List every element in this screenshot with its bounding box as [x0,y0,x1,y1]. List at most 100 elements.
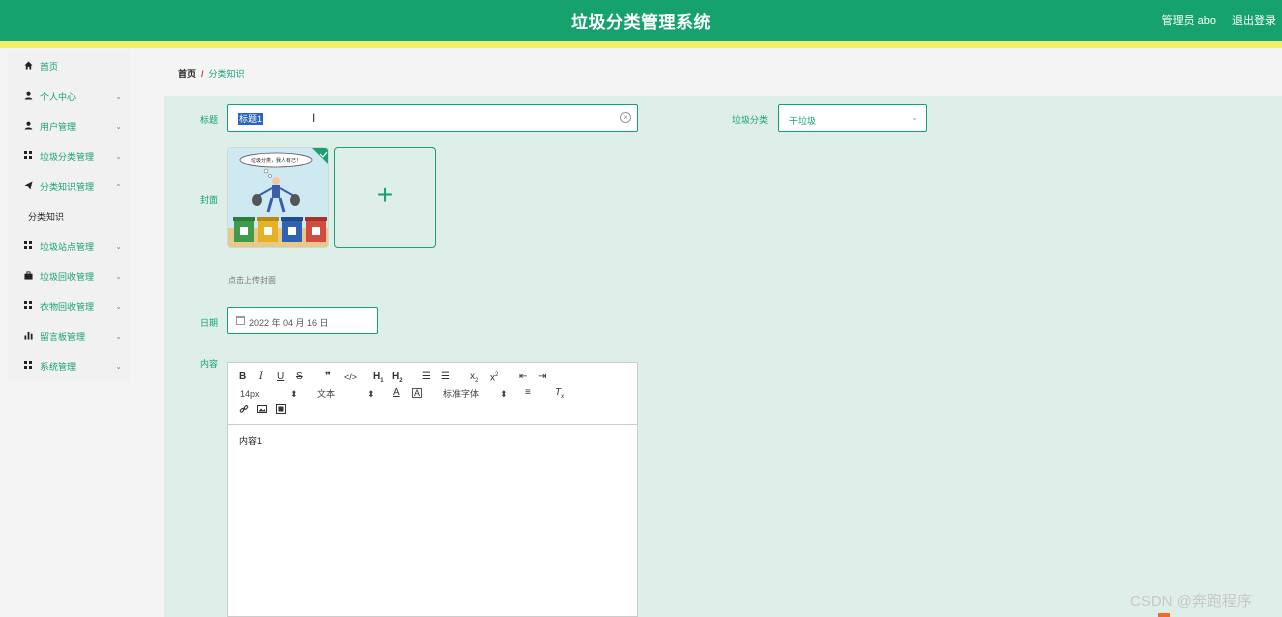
sidebar-item-garbage-category[interactable]: 垃圾分类管理 ⌄ [8,141,130,171]
chevron-updown-icon: ⬍ [500,389,508,399]
chevron-down-icon: ⌄ [115,271,122,281]
current-user: 管理员 abo [1161,15,1216,27]
indent-icon[interactable]: ⇥ [538,371,546,383]
calendar-icon [236,316,245,325]
app-title: 垃圾分类管理系统 [571,13,711,32]
upload-cover-button[interactable]: + [334,147,436,248]
blockquote-icon[interactable]: ❞ [325,371,331,383]
grid-icon [23,361,33,371]
cover-image[interactable]: 垃圾分类，我人有己！ [227,147,329,248]
sidebar-item-label: 垃圾回收管理 [40,271,95,282]
outdent-icon[interactable]: ⇤ [519,371,527,383]
sidebar-item-label: 首页 [40,61,59,72]
category-label: 垃圾分类 [732,115,769,125]
image-icon[interactable] [257,404,267,418]
text-cursor-icon: I [312,111,316,125]
date-picker[interactable]: 2022 年 04 月 16 日 [227,307,378,334]
send-icon [23,181,33,191]
sidebar-item-label: 用户管理 [40,121,77,132]
ordered-list-icon[interactable]: ☰ [422,371,431,383]
chevron-down-icon: ⌄ [115,151,122,161]
chevron-updown-icon: ⬍ [290,389,298,399]
rich-text-editor[interactable]: B I U S ❞ </> H1 H2 ☰ ☰ x2 x2 ⇤ ⇥ 14px ⬍… [227,362,638,617]
sidebar-item-station-management[interactable]: 垃圾站点管理 ⌄ [8,231,130,261]
user-icon [23,121,33,131]
sidebar-item-user-management[interactable]: 用户管理 ⌄ [8,111,130,141]
chevron-updown-icon: ⬍ [367,389,375,399]
briefcase-icon [23,271,33,281]
chevron-up-icon: ⌄ [115,181,122,191]
chevron-down-icon: ⌄ [115,301,122,311]
text-style-select[interactable]: 文本 [317,388,335,400]
home-icon [23,61,33,71]
title-input[interactable]: 标题1 I × [227,104,638,132]
sidebar-item-clothes-recycling[interactable]: 衣物回收管理 ⌄ [8,291,130,321]
grid-icon [23,151,33,161]
breadcrumb-current: 分类知识 [208,69,245,79]
code-icon[interactable]: </> [344,371,357,383]
cover-image-caption: 垃圾分类，我人有己！ [251,157,301,164]
sidebar-item-label: 留言板管理 [40,331,86,342]
sidebar-subitem-knowledge[interactable]: 分类知识 [8,201,130,231]
breadcrumb-home[interactable]: 首页 [178,69,196,79]
sidebar-subitem-label: 分类知识 [28,211,65,222]
clear-format-icon[interactable]: Tx [555,387,564,403]
title-label: 标题 [200,115,219,125]
watermark: CSDN @奔跑程序 [1130,593,1252,610]
sidebar-item-recycling-management[interactable]: 垃圾回收管理 ⌄ [8,261,130,291]
sidebar-item-label: 系统管理 [40,361,77,372]
text-color-icon[interactable]: A [393,387,400,399]
breadcrumb: 首页 / 分类知识 [178,67,245,80]
cover-label: 封面 [200,195,219,205]
sidebar-item-label: 衣物回收管理 [40,301,95,312]
upload-hint: 点击上传封面 [228,276,276,285]
sidebar-item-system-management[interactable]: 系统管理 ⌄ [8,351,130,381]
category-select[interactable]: 干垃圾 ⌄ [778,104,927,132]
sidebar-item-label: 分类知识管理 [40,181,95,192]
title-input-value: 标题1 [238,113,264,125]
bar-chart-icon [23,331,33,341]
sidebar-item-personal-center[interactable]: 个人中心 ⌄ [8,81,130,111]
underline-icon[interactable]: U [277,371,284,383]
chevron-down-icon: ⌄ [115,361,122,371]
bullet-list-icon[interactable]: ☰ [441,371,450,383]
bold-icon[interactable]: B [239,371,246,383]
font-size-select[interactable]: 14px [240,388,260,400]
date-value: 2022 年 04 月 16 日 [249,318,329,328]
top-bar: 垃圾分类管理系统 管理员 abo 退出登录 [0,0,1282,41]
grid-icon [23,241,33,251]
logout-button[interactable]: 退出登录 [1232,12,1276,28]
user-icon [23,91,33,101]
date-label: 日期 [200,318,219,328]
grid-icon [23,301,33,311]
chevron-down-icon: ⌄ [115,91,122,101]
plus-icon: + [376,179,394,210]
chevron-down-icon: ⌄ [115,121,122,131]
background-color-icon[interactable]: A [412,388,423,398]
superscript-icon[interactable]: x2 [490,369,498,384]
sidebar-item-home[interactable]: 首页 [8,51,130,81]
align-icon[interactable]: ≡ [525,387,531,399]
content-label: 内容 [200,359,219,369]
subscript-icon[interactable]: x2 [470,371,478,387]
italic-icon[interactable]: I [259,371,263,383]
font-family-select[interactable]: 标准字体 [443,388,479,400]
sidebar: 首页 个人中心 ⌄ 用户管理 ⌄ 垃圾分类管理 ⌄ 分类知识管理 ⌄ 分类知识 [8,51,130,381]
heading-1-icon[interactable]: H1 [373,371,384,387]
sidebar-item-label: 个人中心 [40,91,77,102]
chevron-down-icon: ⌄ [115,331,122,341]
clear-icon[interactable]: × [620,112,631,123]
category-select-value: 干垃圾 [789,116,817,126]
sidebar-item-knowledge-management[interactable]: 分类知识管理 ⌄ [8,171,130,201]
heading-2-icon[interactable]: H2 [392,371,403,387]
strikethrough-icon[interactable]: S [296,371,303,383]
breadcrumb-separator: / [201,69,204,79]
chevron-down-icon: ⌄ [911,113,918,122]
accent-bar [0,41,1282,48]
editor-content[interactable]: 内容1 [239,434,262,447]
sidebar-item-label: 垃圾站点管理 [40,241,95,252]
chevron-down-icon: ⌄ [115,241,122,251]
sidebar-item-message-board[interactable]: 留言板管理 ⌄ [8,321,130,351]
link-icon[interactable] [239,404,249,418]
video-icon[interactable] [276,404,286,418]
